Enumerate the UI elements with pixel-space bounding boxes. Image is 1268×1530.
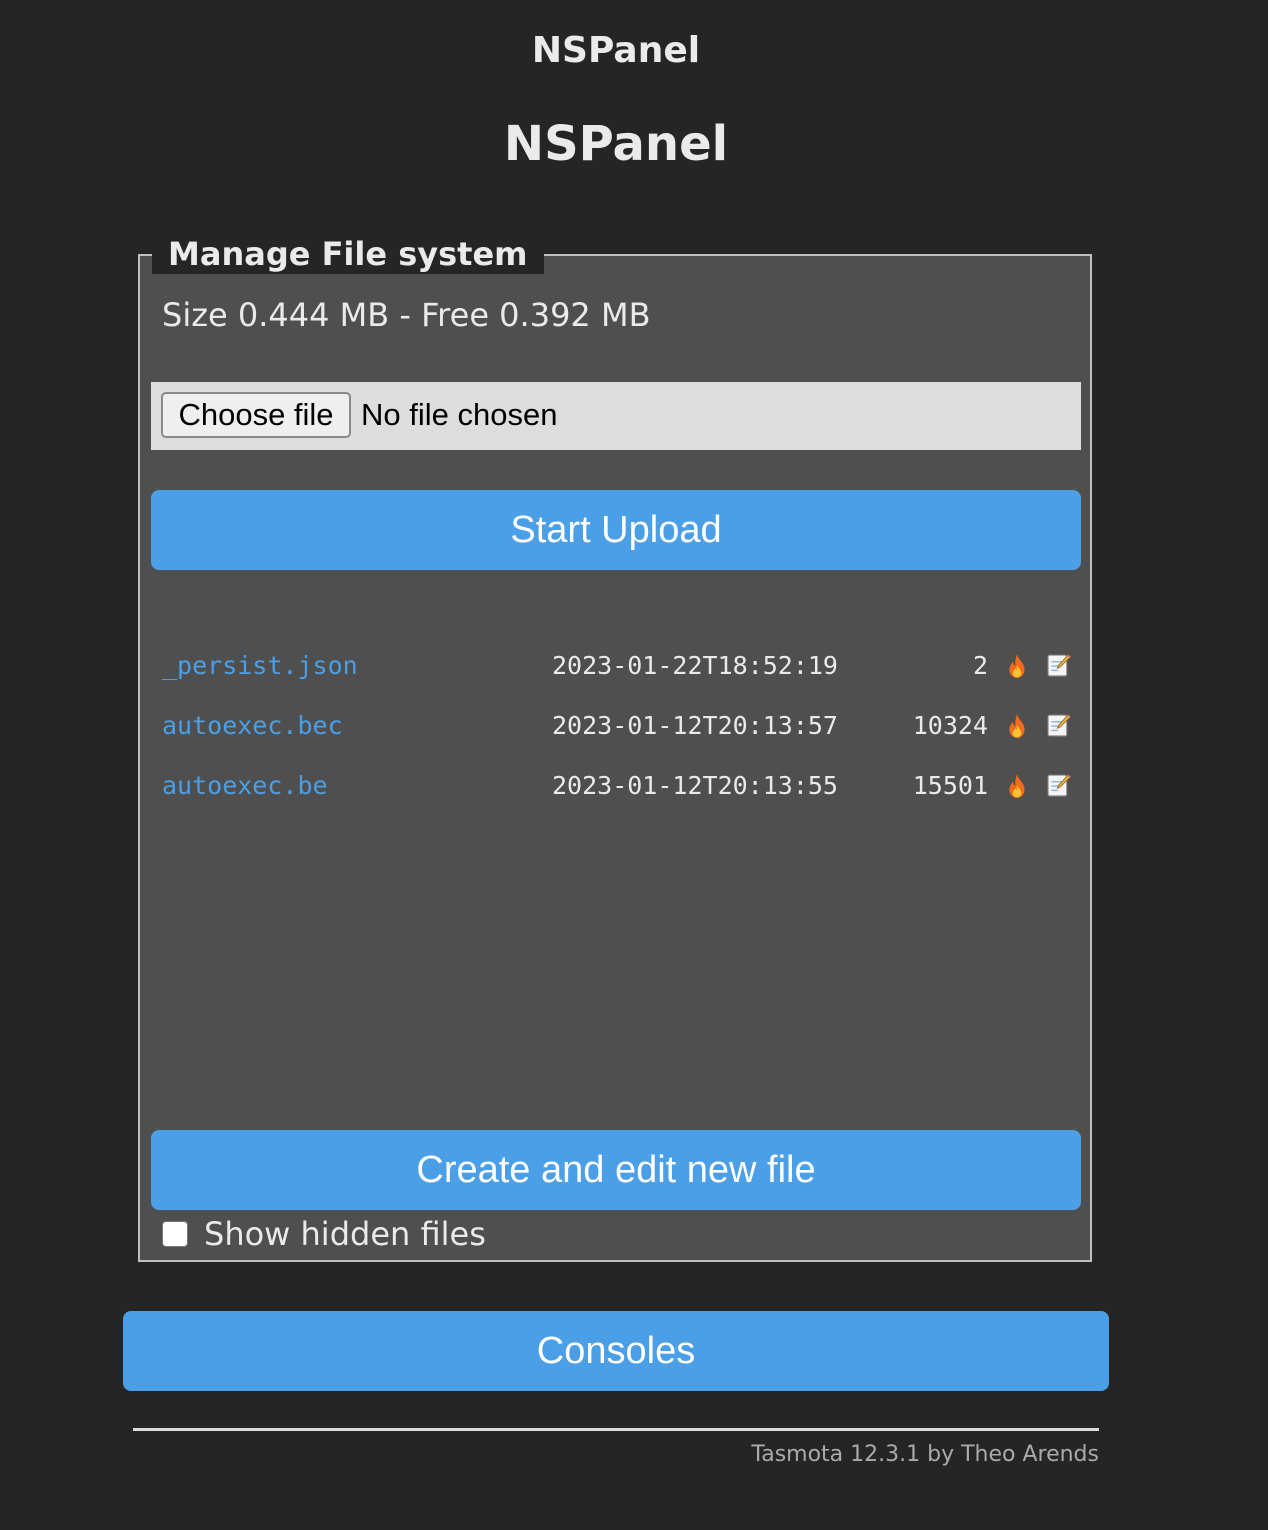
file-date: 2023-01-22T18:52:19 xyxy=(552,651,838,680)
edit-icon[interactable] xyxy=(1046,772,1072,798)
file-link[interactable]: autoexec.be xyxy=(162,756,328,816)
create-new-file-button[interactable]: Create and edit new file xyxy=(151,1130,1081,1210)
edit-icon[interactable] xyxy=(1046,652,1072,678)
file-date: 2023-01-12T20:13:55 xyxy=(552,771,838,800)
file-size: 10324 xyxy=(912,711,988,740)
show-hidden-files-toggle[interactable]: Show hidden files xyxy=(162,1215,486,1253)
fire-icon[interactable] xyxy=(1004,713,1030,739)
file-date: 2023-01-12T20:13:57 xyxy=(552,711,838,740)
filesystem-size-info: Size 0.444 MB - Free 0.392 MB xyxy=(162,296,651,334)
manage-filesystem-panel: Manage File system Size 0.444 MB - Free … xyxy=(138,234,1092,1262)
show-hidden-label: Show hidden files xyxy=(204,1215,486,1253)
file-list: _persist.json 2023-01-22T18:52:19 2 auto… xyxy=(162,636,1082,816)
show-hidden-checkbox[interactable] xyxy=(162,1221,188,1247)
file-input-status: No file chosen xyxy=(361,397,558,432)
choose-file-button[interactable]: Choose file xyxy=(161,392,351,438)
file-link[interactable]: _persist.json xyxy=(162,636,358,696)
panel-legend: Manage File system xyxy=(152,234,544,274)
file-row: _persist.json 2023-01-22T18:52:19 2 xyxy=(162,636,1082,696)
file-input[interactable]: Choose file No file chosen xyxy=(151,382,1081,450)
device-name: NSPanel xyxy=(531,30,701,71)
file-link[interactable]: autoexec.bec xyxy=(162,696,343,756)
file-row: autoexec.be 2023-01-12T20:13:55 15501 xyxy=(162,756,1082,816)
footer-divider xyxy=(133,1428,1099,1431)
file-size: 2 xyxy=(972,651,988,680)
fire-icon[interactable] xyxy=(1004,653,1030,679)
fire-icon[interactable] xyxy=(1004,773,1030,799)
footer-version: Tasmota 12.3.1 by Theo Arends xyxy=(751,1442,1099,1467)
page-title: NSPanel xyxy=(503,116,729,172)
consoles-button[interactable]: Consoles xyxy=(123,1311,1109,1391)
edit-icon[interactable] xyxy=(1046,712,1072,738)
start-upload-button[interactable]: Start Upload xyxy=(151,490,1081,570)
file-row: autoexec.bec 2023-01-12T20:13:57 10324 xyxy=(162,696,1082,756)
file-size: 15501 xyxy=(912,771,988,800)
